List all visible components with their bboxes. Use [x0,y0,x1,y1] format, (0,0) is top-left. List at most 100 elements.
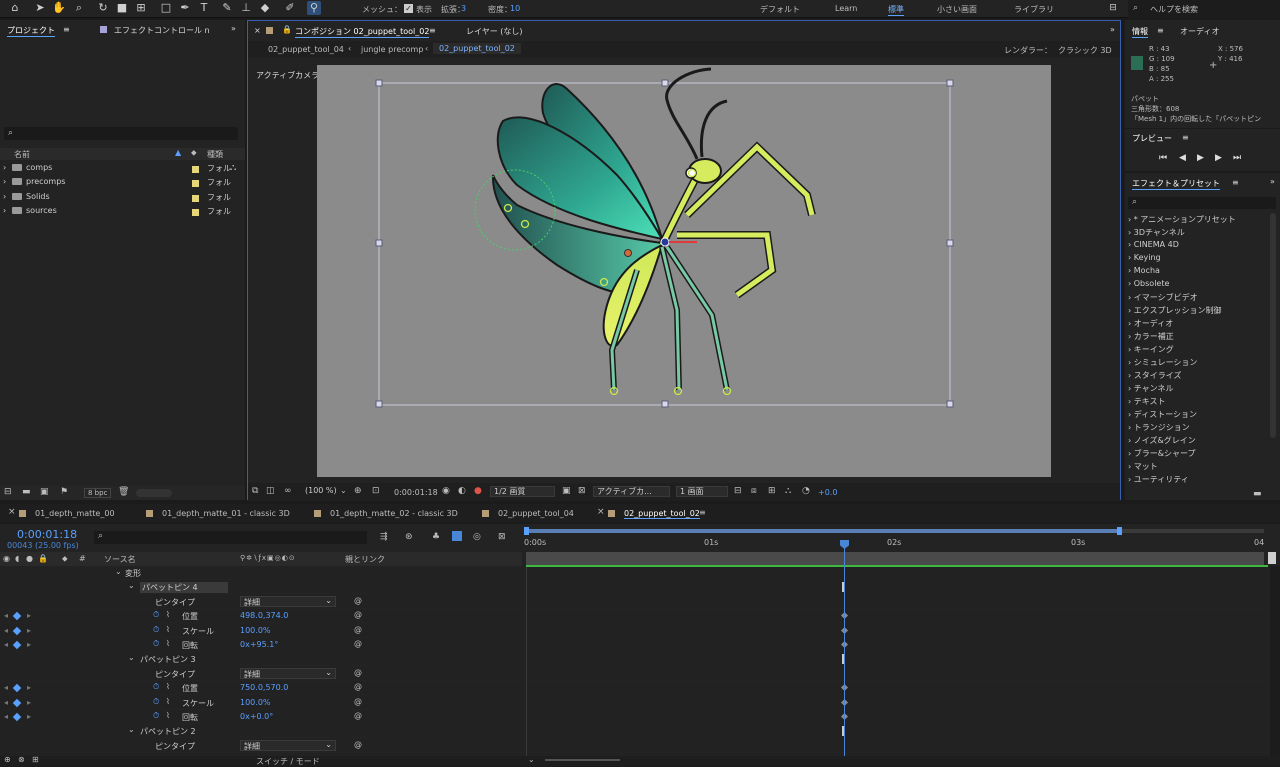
composition-flowchart-icon[interactable]: ⇶ [380,532,388,542]
effects-category-item[interactable]: › Obsolete [1128,279,1169,288]
timeline-property-row[interactable]: ピンタイプ 詳細 ⌄ @ [0,595,1270,609]
zoom-tool-icon[interactable]: ⌕ [72,1,86,15]
eraser-tool-icon[interactable]: ◆ [258,1,272,15]
exposure-value[interactable]: +0.0 [818,488,837,497]
timeline-property-row[interactable]: ピンタイプ 詳細 ⌄ @ [0,739,1270,753]
stopwatch-icon[interactable]: ⏱ [153,697,159,707]
tab-preview[interactable]: プレビュー [1132,133,1172,144]
graph-icon[interactable]: ⌇ [166,625,170,634]
timeline-tab[interactable]: 02_puppet_tool_04 [498,509,574,518]
workspace-default[interactable]: デフォルト [760,4,800,15]
effects-category-item[interactable]: › スタイライズ [1128,370,1182,381]
effects-category-item[interactable]: › オーディオ [1128,318,1173,329]
timeline-property-row[interactable]: ⌄ パペットピン 3 [0,652,1270,667]
motion-blur-icon[interactable]: ◎ [473,532,481,542]
timeline-property-row[interactable]: ◂ ▸ ⏱ ⌇ 位置 750.0,570.0 @ [0,681,1270,696]
view-layout-select[interactable]: 1 画面 [676,486,728,497]
property-value[interactable]: 100.0% [240,626,271,635]
project-menu-icon[interactable]: ≡ [63,25,70,34]
property-value[interactable]: 0x+0.0° [240,712,273,721]
effects-category-item[interactable]: › CINEMA 4D [1128,240,1179,249]
graph-icon[interactable]: ⌇ [166,697,170,706]
effects-category-item[interactable]: › イマーシブビデオ [1128,292,1198,303]
graph-icon[interactable]: ⌇ [166,682,170,691]
mask-visibility-icon[interactable]: ∞ [284,486,292,496]
timeline-icon[interactable]: ⊞ [768,486,776,496]
zoom-select[interactable]: (100 %) [302,486,340,497]
work-area-start-handle[interactable] [524,527,529,535]
puppet-pin-tool-icon[interactable]: ⚲ [307,1,321,15]
panel-overflow-icon[interactable]: » [1270,177,1275,186]
sort-asc-icon[interactable]: ▲ [175,148,181,157]
fast-previews-icon[interactable]: ▣ [562,486,571,496]
timeline-timecode[interactable]: 0:00:01:18 [17,528,77,541]
property-value[interactable]: 0x+95.1° [240,640,278,649]
pickwhip-icon[interactable]: @ [354,596,362,605]
previous-keyframe-icon[interactable]: ◂ [4,712,8,721]
timeline-tab[interactable]: 01_depth_matte_02 - classic 3D [330,509,458,518]
timeline-property-row[interactable]: ◂ ▸ ⏱ ⌇ 回転 0x+95.1° @ [0,638,1270,652]
breadcrumb-item[interactable]: 02_puppet_tool_04 [268,45,344,54]
add-keyframe-icon[interactable] [12,640,22,650]
in-out-icon[interactable]: ⊞ [32,755,39,764]
frame-blending-icon[interactable] [452,531,462,541]
resolution-select[interactable]: 1/2 画質 [490,486,555,497]
stopwatch-icon[interactable]: ⏱ [153,682,159,692]
tab-effect-controls[interactable]: エフェクトコントロール n [114,25,210,36]
next-keyframe-icon[interactable]: ▸ [27,626,31,635]
work-area-end-handle[interactable] [1117,527,1122,535]
effects-category-item[interactable]: › Mocha [1128,266,1160,275]
label-tag-icon[interactable]: ⬥ [191,148,197,158]
timeline-property-row[interactable]: ⌄ 変形 [0,566,1270,580]
visibility-icon[interactable]: ◉ [3,554,10,563]
close-icon[interactable]: × [254,26,261,35]
3d-ground-plane-icon[interactable]: ◫ [266,486,275,496]
pickwhip-icon[interactable]: @ [354,668,362,677]
effects-category-item[interactable]: › シミュレーション [1128,357,1197,368]
timeline-property-row[interactable]: ⌄ パペットピン 4 [0,580,1270,595]
col-source-name[interactable]: ソース名 [104,554,136,565]
channel-icon[interactable]: ● [474,486,482,496]
transfer-controls-icon[interactable]: ⊗ [18,755,25,764]
chevron-right-icon[interactable]: › [3,192,6,201]
pin-type-select[interactable]: 詳細 ⌄ [240,667,336,679]
next-frame-icon[interactable]: ▶︎ [1215,153,1222,163]
layer-switches-icon[interactable]: ⊕ [4,755,11,764]
flowchart-icon[interactable]: ⛬ [785,486,791,496]
next-keyframe-icon[interactable]: ▸ [27,640,31,649]
preview-menu-icon[interactable]: ≡ [1182,133,1189,142]
list-item[interactable]: › comps フォル ⛬ [0,163,243,177]
switch-mode-toggle[interactable]: スイッチ / モード [256,756,320,767]
add-keyframe-icon[interactable] [12,683,22,693]
toggle-pixel-aspect-icon[interactable]: ⊟ [734,486,742,496]
effects-category-item[interactable]: › マット [1128,461,1158,472]
zoom-out-icon[interactable]: ⌄ [528,755,535,764]
composition-canvas[interactable] [317,65,1051,477]
effects-category-item[interactable]: › トランジション [1128,422,1190,433]
lock-icon[interactable]: 🔒 [282,25,292,34]
pickwhip-icon[interactable]: @ [354,639,362,648]
help-search[interactable]: ⌕ ヘルプを検索 [1128,0,1280,18]
show-snapshot-icon[interactable]: ◐ [458,486,466,496]
play-icon[interactable]: ▶︎ [1197,153,1204,163]
snapshot-icon[interactable]: ◉ [442,486,450,496]
previous-keyframe-icon[interactable]: ◂ [4,698,8,707]
solo-icon[interactable]: ● [26,554,33,563]
label-color[interactable] [192,180,199,187]
camera-tool-icon[interactable]: ■ [115,1,129,15]
pickwhip-icon[interactable]: @ [354,682,362,691]
col-parent[interactable]: 親とリンク [345,554,385,565]
lock-icon[interactable]: 🔒 [38,554,48,563]
previous-keyframe-icon[interactable]: ◂ [4,626,8,635]
switches-icon[interactable]: ⚲✲∖ƒx▣◎◐⊙ [240,554,296,562]
transparency-grid-icon[interactable]: ⊠ [578,486,586,496]
next-keyframe-icon[interactable]: ▸ [27,683,31,692]
col-type[interactable]: 種類 [207,149,223,160]
timeline-search-input[interactable]: ⌕ [94,531,367,544]
effects-search-input[interactable]: ⌕ [1128,197,1276,209]
roto-brush-tool-icon[interactable]: ✐ [283,1,297,15]
pickwhip-icon[interactable]: @ [354,697,362,706]
effects-category-item[interactable]: › チャンネル [1128,383,1174,394]
effects-category-item[interactable]: › ブラー&シャープ [1128,448,1196,459]
work-area-range[interactable] [526,529,1120,533]
